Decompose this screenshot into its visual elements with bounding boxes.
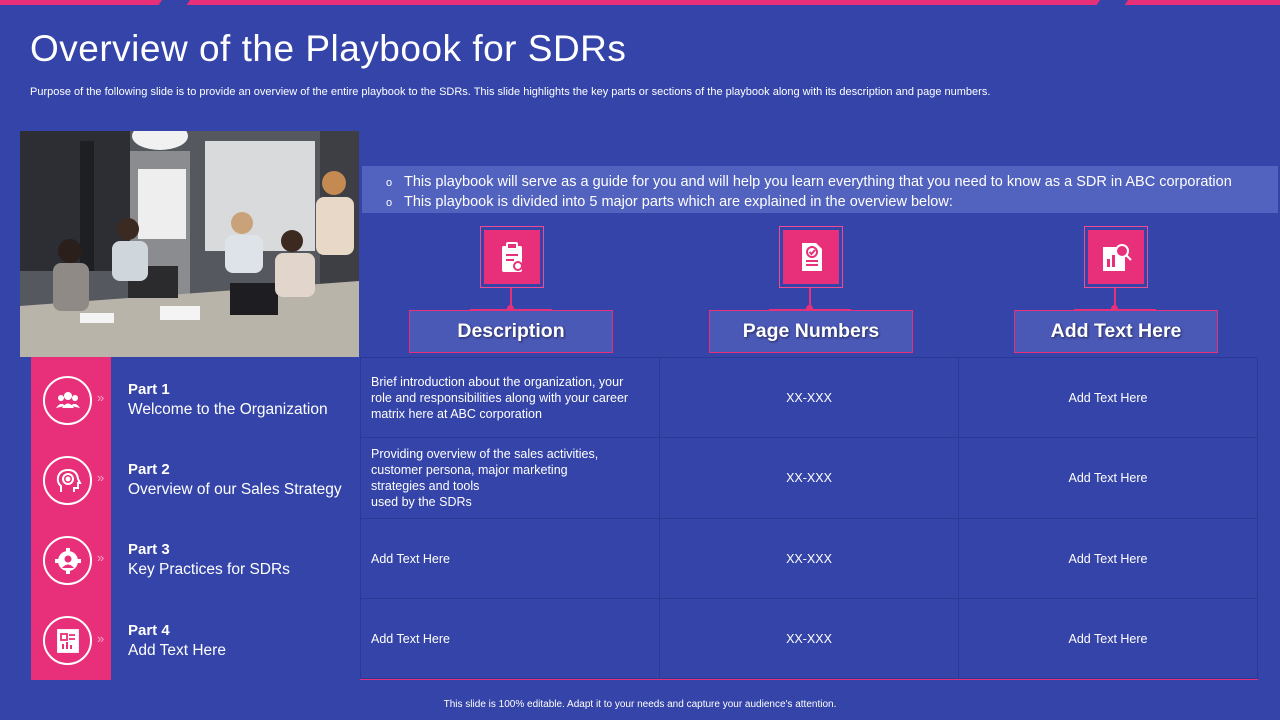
column-header-page-numbers: Page Numbers <box>709 310 913 353</box>
chevron-right-icon: » <box>97 470 105 485</box>
part-number: Part 1 <box>128 381 170 398</box>
top-bar-notch <box>157 0 191 6</box>
table-cell-extra: Add Text Here <box>958 598 1258 679</box>
chevron-right-icon: » <box>97 390 105 405</box>
overview-table: Brief introduction about the organizatio… <box>360 357 1258 680</box>
target-head-icon <box>43 456 92 505</box>
table-cell-extra: Add Text Here <box>958 437 1258 519</box>
table-cell-pages: XX-XXX <box>659 518 959 599</box>
part-label: Part 4 Add Text Here <box>128 621 360 661</box>
part-label: Part 2 Overview of our Sales Strategy <box>128 460 360 500</box>
table-cell-pages: XX-XXX <box>659 357 959 438</box>
bullet-icon: o <box>386 177 393 189</box>
footer-note: This slide is 100% editable. Adapt it to… <box>443 699 837 710</box>
table-cell-pages: XX-XXX <box>659 437 959 519</box>
table-cell-extra: Add Text Here <box>958 357 1258 438</box>
table-cell-description: Brief introduction about the organizatio… <box>360 357 660 438</box>
checklist-icon <box>779 226 843 288</box>
table-cell-description: Add Text Here <box>360 518 660 599</box>
part-name: Overview of our Sales Strategy <box>128 481 342 498</box>
chevron-right-icon: » <box>97 631 105 646</box>
column-header-add-text: Add Text Here <box>1014 310 1218 353</box>
clipboard-icon <box>480 226 544 288</box>
column-header-description: Description <box>409 310 613 353</box>
table-cell-pages: XX-XXX <box>659 598 959 679</box>
part-name: Key Practices for SDRs <box>128 561 290 578</box>
part-number: Part 3 <box>128 541 170 558</box>
document-chart-icon <box>43 616 92 665</box>
top-bar-notch <box>1095 0 1129 6</box>
intro-line: o This playbook is divided into 5 major p… <box>386 193 1278 213</box>
part-label: Part 3 Key Practices for SDRs <box>128 540 360 580</box>
group-icon <box>43 376 92 425</box>
intro-box: o This playbook will serve as a guide for… <box>362 166 1278 213</box>
intro-line: o This playbook will serve as a guide for… <box>386 173 1278 193</box>
table-cell-description: Add Text Here <box>360 598 660 679</box>
team-meeting-photo <box>20 131 359 357</box>
part-number: Part 4 <box>128 622 170 639</box>
gear-person-icon <box>43 536 92 585</box>
part-name: Add Text Here <box>128 642 226 659</box>
slide-title: Overview of the Playbook for SDRs <box>30 28 627 69</box>
table-cell-extra: Add Text Here <box>958 518 1258 599</box>
table-cell-description: Providing overview of the sales activiti… <box>360 437 660 519</box>
chevron-right-icon: » <box>97 550 105 565</box>
part-number: Part 2 <box>128 461 170 478</box>
slide-subtitle: Purpose of the following slide is to pro… <box>30 86 991 98</box>
bullet-icon: o <box>386 197 393 209</box>
top-accent-bar <box>0 0 1280 5</box>
part-label: Part 1 Welcome to the Organization <box>128 380 360 420</box>
report-search-icon <box>1084 226 1148 288</box>
part-name: Welcome to the Organization <box>128 401 328 418</box>
